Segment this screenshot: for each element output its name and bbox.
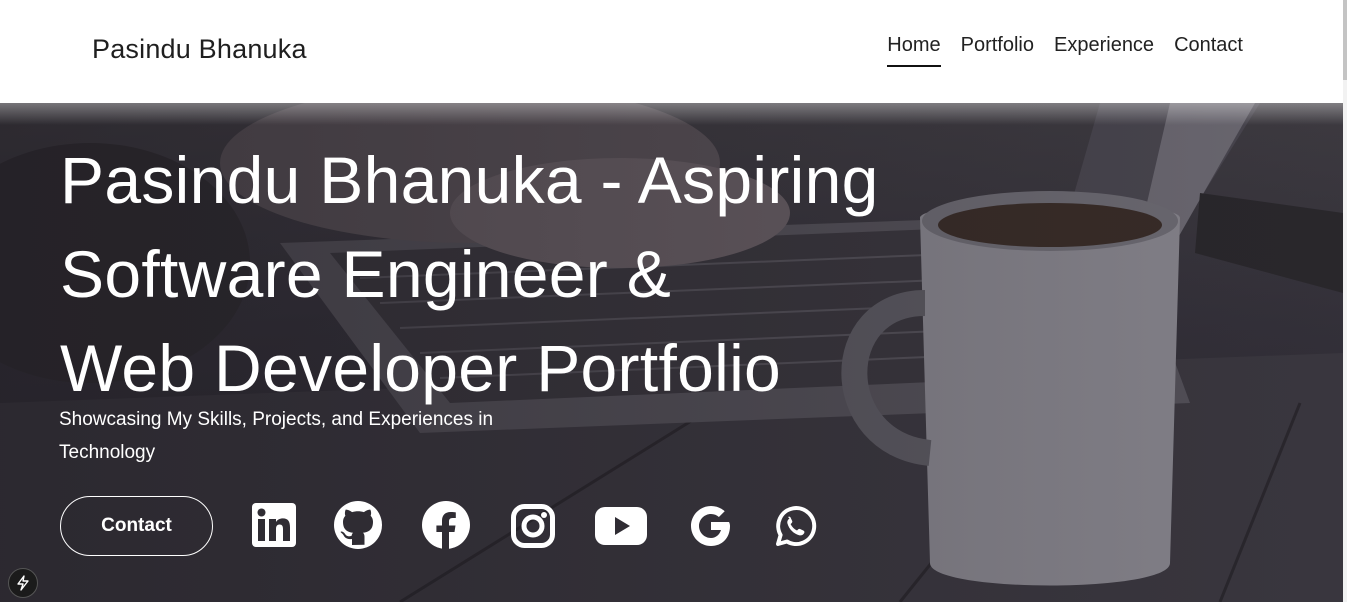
instagram-icon[interactable] <box>511 504 555 548</box>
linkedin-icon[interactable] <box>252 503 296 547</box>
hero-subtitle: Showcasing My Skills, Projects, and Expe… <box>59 409 494 463</box>
whatsapp-icon[interactable] <box>772 504 818 550</box>
contact-button[interactable]: Contact <box>60 496 213 556</box>
github-icon[interactable] <box>334 501 382 549</box>
lightning-icon <box>17 575 29 591</box>
nav-home[interactable]: Home <box>887 34 941 67</box>
nav-experience[interactable]: Experience <box>1054 34 1154 67</box>
hero-title-line-3: Web Developer Portfolio <box>60 331 782 405</box>
youtube-icon[interactable] <box>595 507 647 545</box>
facebook-icon[interactable] <box>422 501 470 549</box>
nav-portfolio[interactable]: Portfolio <box>961 34 1034 67</box>
hero-title-line-2: Software Engineer & <box>60 237 672 311</box>
hero-top-fade <box>0 103 1343 125</box>
scrollbar-thumb[interactable] <box>1343 0 1347 80</box>
hero-section: Pasindu Bhanuka - Aspiring Software Engi… <box>0 103 1343 602</box>
brand-name[interactable]: Pasindu Bhanuka <box>92 34 307 65</box>
scrollbar[interactable] <box>1343 0 1347 602</box>
hero-title-line-1: Pasindu Bhanuka - Aspiring <box>60 143 879 217</box>
nav-contact[interactable]: Contact <box>1174 34 1243 67</box>
hero-title: Pasindu Bhanuka - Aspiring Software Engi… <box>60 133 960 415</box>
dev-tools-badge[interactable] <box>8 568 38 598</box>
main-nav: Home Portfolio Experience Contact <box>887 34 1243 67</box>
google-icon[interactable] <box>687 502 735 550</box>
site-header: Pasindu Bhanuka Home Portfolio Experienc… <box>0 0 1343 103</box>
